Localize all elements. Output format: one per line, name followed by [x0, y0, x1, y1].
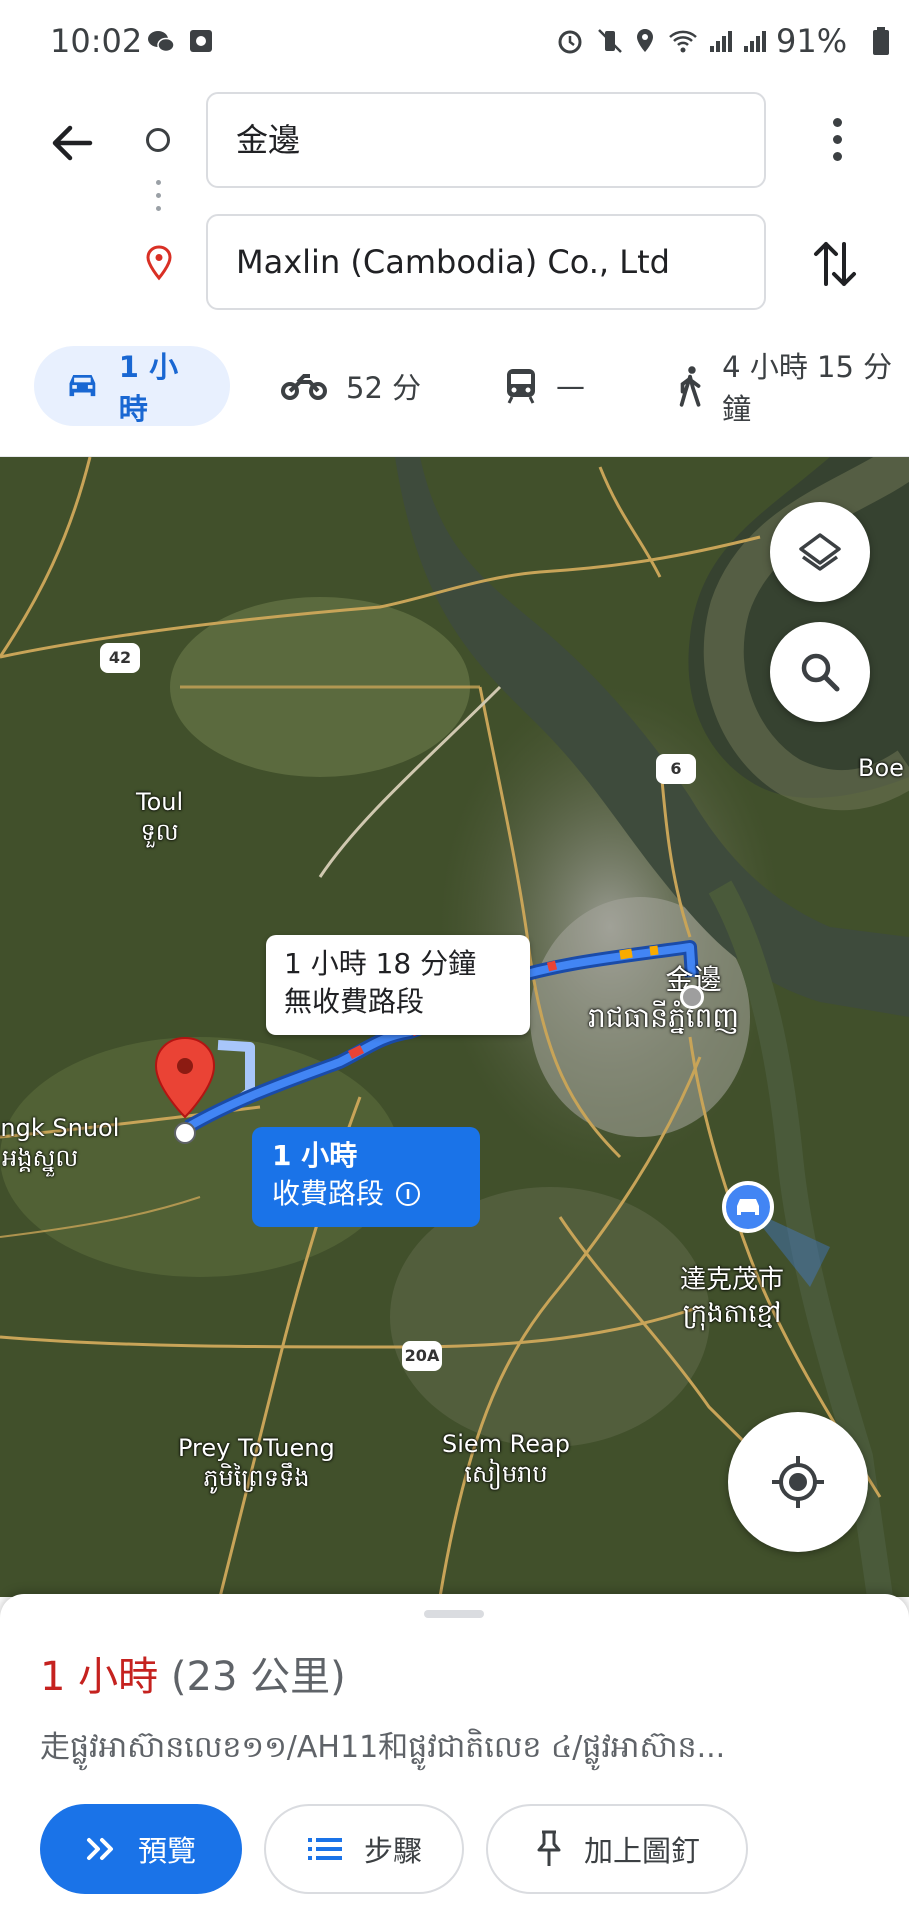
place-prey-totueng-latin: Prey ToTueng: [178, 1434, 335, 1462]
mode-motorcycle-label: 52 分: [346, 371, 422, 405]
place-toul-khmer: ទួល: [140, 818, 179, 846]
place-takhmao[interactable]: 達克茂市 ក្រុងតាខ្មៅ: [680, 1263, 784, 1331]
pin-icon: [537, 1830, 561, 1866]
list-icon: [307, 1838, 342, 1860]
preview-button[interactable]: 預覽: [40, 1804, 242, 1894]
origin-input[interactable]: 金邊: [206, 92, 766, 188]
place-siem-reap[interactable]: Siem Reap សៀមរាប: [442, 1429, 570, 1489]
steps-label: 步驟: [363, 1834, 422, 1868]
place-boe[interactable]: Boe: [858, 753, 904, 783]
place-angk-snuol-khmer: អង្គស្នួល: [2, 1144, 79, 1172]
place-siem-reap-khmer: សៀមរាប: [464, 1460, 548, 1488]
recenter-button[interactable]: [728, 1412, 868, 1552]
route-shield-6: 6: [656, 754, 696, 784]
double-chevron-right-icon: [86, 1838, 113, 1860]
origin-circle-icon: [146, 128, 170, 152]
origin-marker[interactable]: [680, 985, 704, 1009]
route-shield-42: 42: [100, 643, 140, 673]
my-location-car-icon: [722, 1181, 774, 1233]
place-takhmao-khmer: ក្រុងតាខ្មៅ: [682, 1299, 782, 1329]
swap-icon[interactable]: [810, 236, 860, 292]
alarm-icon: [558, 30, 582, 54]
place-toul-latin: Toul: [136, 788, 184, 816]
place-prey-totueng[interactable]: Prey ToTueng ភូមិព្រៃទទឹង: [178, 1433, 335, 1493]
place-takhmao-zh: 達克茂市: [680, 1265, 785, 1295]
train-icon: [507, 369, 535, 404]
search-along-route-button[interactable]: [770, 622, 870, 722]
back-arrow-icon[interactable]: [46, 118, 96, 168]
mode-transit-tab[interactable]: —: [504, 346, 585, 426]
main-route-time: 1 小時: [272, 1139, 358, 1172]
destination-input[interactable]: Maxlin (Cambodia) Co., Ltd: [206, 214, 766, 310]
sheet-drag-handle[interactable]: [424, 1610, 484, 1618]
place-angk-snuol-latin: Angk Snuol: [0, 1114, 120, 1142]
map-view[interactable]: 42 6 20A Toul ទួល Angk Snuol អង្គស្នួល 金…: [0, 457, 909, 1597]
main-route-note: 收費路段: [272, 1177, 385, 1210]
signal-icon-2: [744, 31, 766, 52]
alt-route-callout[interactable]: 1 小時 18 分鐘 無收費路段: [266, 935, 530, 1035]
motorcycle-icon: [281, 374, 327, 400]
eta-duration: 1 小時: [40, 1654, 159, 1700]
battery-icon: [873, 27, 889, 55]
more-options-icon[interactable]: [822, 118, 852, 168]
wechat-icon: [148, 31, 175, 53]
battery-level: 91%: [776, 22, 848, 60]
info-icon[interactable]: [394, 1180, 422, 1208]
alt-route-note: 無收費路段: [284, 985, 425, 1018]
route-via-text: 走ផ្លូវអាស៊ានលេខ១១/AH11和ផ្លូវជាតិលេខ ៤/ផ្…: [40, 1730, 726, 1765]
layers-icon: [799, 533, 841, 571]
vibrate-mute-icon: [598, 29, 622, 53]
main-route-callout[interactable]: 1 小時 收費路段: [252, 1127, 480, 1227]
place-toul[interactable]: Toul ទួល: [136, 787, 183, 847]
route-eta: 1 小時 (23 公里): [40, 1644, 346, 1702]
add-pin-label: 加上圖釘: [583, 1834, 700, 1868]
crosshair-location-icon: [772, 1456, 824, 1508]
signal-icon: [710, 31, 732, 52]
place-siem-reap-latin: Siem Reap: [442, 1430, 570, 1458]
route-dots-icon: [156, 180, 162, 219]
preview-label: 預覽: [137, 1834, 196, 1868]
alt-route-time: 1 小時 18 分鐘: [284, 947, 477, 980]
mode-drive-tab[interactable]: 1 小時: [34, 346, 230, 426]
steps-button[interactable]: 步驟: [264, 1804, 464, 1894]
mode-walk-label: 4 小時 15 分鐘: [722, 350, 893, 426]
mode-motorcycle-tab[interactable]: 52 分: [280, 346, 421, 426]
route-shield-20a: 20A: [402, 1341, 442, 1371]
mode-walk-tab[interactable]: 4 小時 15 分鐘: [676, 346, 909, 426]
walk-icon: [679, 366, 701, 407]
mode-transit-label: —: [556, 369, 585, 403]
mode-drive-label: 1 小時: [118, 350, 179, 426]
place-prey-totueng-khmer: ភូមិព្រៃទទឹង: [203, 1464, 310, 1492]
destination-pin-icon: [146, 245, 172, 281]
status-time: 10:02: [50, 22, 143, 60]
search-icon: [801, 653, 840, 692]
layers-button[interactable]: [770, 502, 870, 602]
car-icon: [69, 374, 96, 397]
location-icon: [637, 29, 653, 52]
route-summary-sheet[interactable]: 1 小時 (23 公里) 走ផ្លូវអាស៊ានលេខ១១/AH11和ផ្លូ…: [0, 1594, 909, 1924]
place-phnom-penh-khmer: រាជធានីភ្នំពេញ: [588, 1001, 740, 1034]
destination-map-pin-icon[interactable]: [152, 1035, 218, 1145]
place-angk-snuol[interactable]: Angk Snuol អង្គស្នួល: [0, 1113, 119, 1173]
place-phnom-penh[interactable]: 金邊 រាជធានីភ្នំពេញ: [588, 961, 739, 1037]
eta-distance: (23 公里): [170, 1654, 346, 1700]
add-pin-button[interactable]: 加上圖釘: [486, 1804, 748, 1894]
media-icon: [190, 30, 212, 52]
status-bar: 10:02 91%: [0, 0, 909, 88]
wifi-icon: [669, 30, 697, 53]
